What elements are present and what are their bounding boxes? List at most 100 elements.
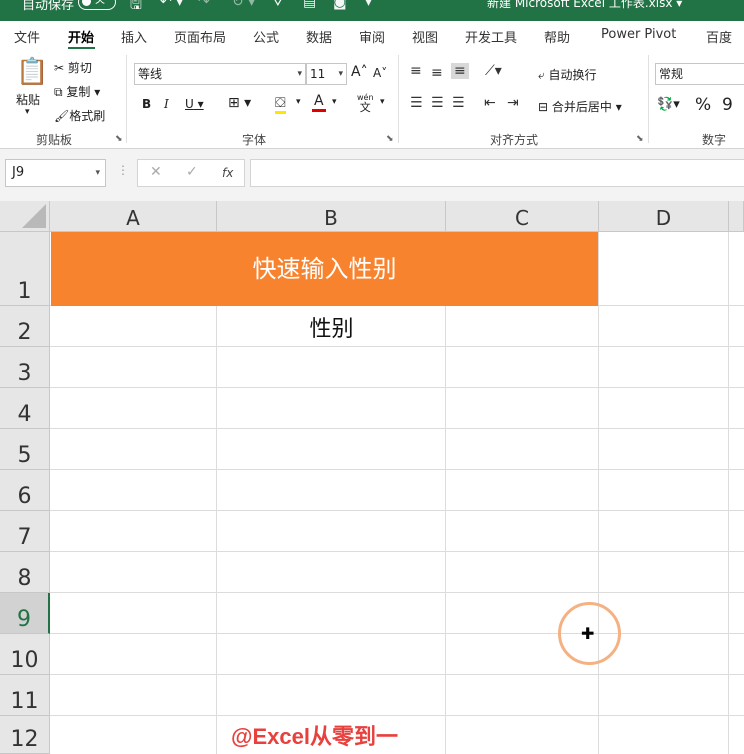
number-format-select[interactable]: 常规 (655, 63, 744, 85)
merge-center-button[interactable]: ⊟ 合并后居中 ▾ (538, 98, 622, 115)
formula-input[interactable] (250, 159, 744, 187)
scissors-icon: ✂ (54, 61, 68, 75)
wrap-text-button[interactable]: ⤶ 自动换行 (538, 66, 597, 83)
customize-qat-icon[interactable]: ▾ (365, 0, 372, 10)
form-icon[interactable]: ▤ (303, 0, 316, 10)
number-group-label: 数字 (702, 133, 727, 147)
italic-button[interactable]: I (164, 97, 169, 111)
worksheet-grid: A B C D 1 2 3 4 5 6 7 8 9 10 11 12 快速输入性… (0, 201, 744, 754)
paste-icon[interactable]: 📋 (16, 57, 48, 87)
tab-power-pivot[interactable]: Power Pivot (601, 27, 676, 42)
ribbon-tabs: 文件 开始 插入 页面布局 公式 数据 审阅 视图 开发工具 帮助 Power … (0, 21, 744, 65)
select-all-button[interactable] (0, 201, 50, 232)
row-header-2[interactable]: 2 (0, 306, 50, 347)
tab-data[interactable]: 数据 (306, 27, 332, 46)
font-launcher-icon[interactable]: ⬊ (386, 134, 394, 144)
enter-icon[interactable]: ✓ (186, 164, 198, 180)
tab-formulas[interactable]: 公式 (253, 27, 279, 46)
gridline (50, 469, 744, 470)
filter-icon[interactable]: ⛛ (272, 0, 284, 10)
tab-help[interactable]: 帮助 (544, 27, 570, 46)
currency-format-button[interactable]: 💱▾ (657, 97, 680, 112)
tab-page-layout[interactable]: 页面布局 (174, 27, 226, 46)
cell-select-cursor-icon: ✚ (581, 624, 595, 643)
bold-button[interactable]: B (142, 97, 151, 111)
save-icon[interactable]: 🖫 (130, 0, 142, 18)
insert-function-icon[interactable]: fx (222, 166, 233, 180)
align-bottom-icon[interactable]: ≡ (451, 63, 469, 79)
tab-review[interactable]: 审阅 (359, 27, 385, 46)
phonetic-guide-button[interactable]: wén 文 (357, 93, 374, 114)
paste-button[interactable]: 粘贴 (16, 91, 40, 108)
column-header-c[interactable]: C (446, 201, 599, 232)
format-painter-button[interactable]: 🖌格式刷 (54, 107, 105, 124)
column-header-d[interactable]: D (599, 201, 729, 232)
watermark: @Excel从零到一 (231, 724, 398, 749)
copy-button[interactable]: ⧉ 复制 ▾ (54, 83, 100, 100)
alignment-launcher-icon[interactable]: ⬊ (636, 134, 644, 144)
underline-button[interactable]: U ▾ (185, 97, 204, 111)
align-center-icon[interactable]: ☰ (431, 95, 444, 111)
fill-color-button[interactable]: ⛋ (275, 95, 286, 114)
camera-icon[interactable]: ◙ (333, 0, 347, 10)
font-size-select[interactable]: 11 ▾ (306, 63, 347, 85)
percent-button[interactable]: % (695, 95, 711, 115)
clipboard-launcher-icon[interactable]: ⬊ (115, 134, 123, 144)
gridline (50, 551, 744, 552)
row-header-8[interactable]: 8 (0, 552, 50, 593)
undo-icon[interactable]: ↶ ▾ (160, 0, 183, 10)
redo-dropdown-icon[interactable]: ↻ ▾ (232, 0, 255, 10)
tab-home[interactable]: 开始 (68, 27, 94, 46)
formula-bar: J9 ▾ ⋮ ✕ ✓ fx (0, 149, 744, 201)
align-right-icon[interactable]: ☰ (452, 95, 465, 111)
gridline (50, 428, 744, 429)
decrease-indent-icon[interactable]: ⇤ (484, 95, 496, 111)
comma-style-button[interactable]: 9 (722, 95, 733, 115)
row-header-3[interactable]: 3 (0, 347, 50, 388)
tab-file[interactable]: 文件 (14, 27, 40, 46)
column-header-e[interactable] (729, 201, 744, 232)
gridline (50, 346, 744, 347)
align-top-icon[interactable]: ≡ (410, 63, 422, 79)
increase-font-button[interactable]: A˄ (351, 64, 368, 80)
row-header-12[interactable]: 12 (0, 716, 50, 754)
redo-icon[interactable]: ↷ (198, 0, 210, 10)
gridline (50, 592, 744, 593)
gridline (50, 633, 744, 634)
name-box[interactable]: J9 ▾ (5, 159, 106, 187)
row-header-4[interactable]: 4 (0, 388, 50, 429)
row-header-11[interactable]: 11 (0, 675, 50, 716)
cell-b2[interactable]: 性别 (217, 311, 446, 343)
tab-developer[interactable]: 开发工具 (465, 27, 517, 46)
increase-indent-icon[interactable]: ⇥ (507, 95, 519, 111)
font-name-select[interactable]: 等线 ▾ (134, 63, 306, 85)
font-color-button[interactable]: A (312, 93, 326, 112)
tab-view[interactable]: 视图 (412, 27, 438, 46)
row-header-6[interactable]: 6 (0, 470, 50, 511)
paste-dropdown-icon[interactable]: ▾ (25, 107, 30, 117)
formula-bar-grip[interactable]: ⋮ (117, 163, 129, 177)
row-header-1[interactable]: 1 (0, 232, 50, 306)
divider (398, 55, 399, 143)
row-header-9[interactable]: 9 (0, 593, 50, 634)
cut-button[interactable]: ✂ 剪切 (54, 59, 92, 76)
phonetic-dropdown-icon[interactable]: ▾ (380, 97, 385, 107)
decrease-font-button[interactable]: A˅ (373, 66, 387, 80)
align-left-icon[interactable]: ☰ (410, 95, 423, 111)
tab-insert[interactable]: 插入 (121, 27, 147, 46)
font-color-dropdown-icon[interactable]: ▾ (332, 97, 337, 107)
row-header-5[interactable]: 5 (0, 429, 50, 470)
align-middle-icon[interactable]: ≡ (431, 65, 443, 81)
column-header-b[interactable]: B (217, 201, 446, 232)
cancel-icon[interactable]: ✕ (150, 164, 162, 180)
autosave-toggle[interactable]: 关 (78, 0, 116, 10)
row-header-10[interactable]: 10 (0, 634, 50, 675)
fill-color-dropdown-icon[interactable]: ▾ (296, 97, 301, 107)
title-bar: 自动保存 关 🖫 ↶ ▾ ↷ ↻ ▾ ⛛ ▤ ◙ ▾ 新建 Microsoft … (0, 0, 744, 21)
row-header-7[interactable]: 7 (0, 511, 50, 552)
orientation-icon[interactable]: ⟋▾ (485, 63, 502, 79)
borders-button[interactable]: ⊞ ▾ (228, 95, 251, 111)
column-header-a[interactable]: A (50, 201, 217, 232)
title-cell-a1-c1[interactable]: 快速输入性别 (51, 232, 598, 306)
merge-icon: ⊟ (538, 100, 552, 114)
